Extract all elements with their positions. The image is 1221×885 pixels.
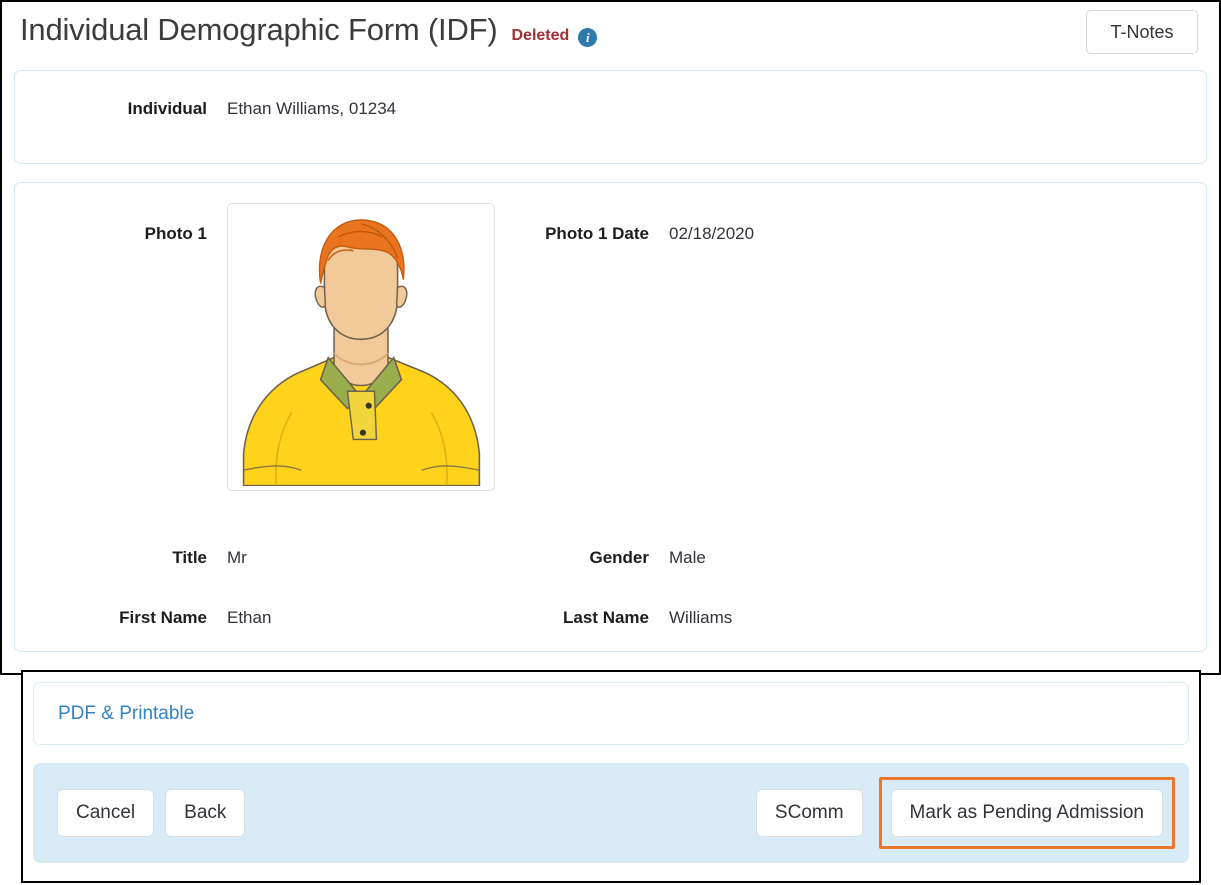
scomm-button[interactable]: SComm <box>755 789 863 837</box>
left-button-group: Cancel Back <box>57 789 246 837</box>
field-label-individual: Individual <box>127 99 207 118</box>
details-card: Photo 1 Photo 1 Date 02/18/2020 Title Mr… <box>14 182 1207 652</box>
highlight-annotation-box: Mark as Pending Admission <box>878 777 1175 849</box>
field-label-last-name: Last Name <box>563 608 649 627</box>
photo-field: Photo 1 <box>15 203 495 491</box>
field-label-photo1-date: Photo 1 Date <box>545 224 649 243</box>
field-value-individual: Ethan Williams, 01234 <box>227 99 397 118</box>
field-label-gender: Gender <box>589 548 649 567</box>
field-title: Title Mr <box>15 548 489 568</box>
page-title: Individual Demographic Form (IDF) <box>20 12 498 47</box>
action-button-bar: Cancel Back SComm Mark as Pending Admiss… <box>33 763 1189 863</box>
field-value-title: Mr <box>227 548 247 567</box>
field-value-first-name: Ethan <box>227 608 272 627</box>
title-row: Individual Demographic Form (IDF) Delete… <box>20 12 598 48</box>
mark-as-pending-admission-button[interactable]: Mark as Pending Admission <box>890 789 1163 837</box>
field-gender: Gender Male <box>489 548 1206 568</box>
page-header: Individual Demographic Form (IDF) Delete… <box>2 2 1219 70</box>
field-last-name: Last Name Williams <box>489 608 1206 628</box>
detail-row: First Name Ethan Last Name Williams <box>15 588 1206 648</box>
pdf-printable-card: PDF & Printable <box>33 682 1189 745</box>
t-notes-button[interactable]: T-Notes <box>1086 10 1198 54</box>
cancel-button[interactable]: Cancel <box>57 789 155 837</box>
field-value-photo1-date: 02/18/2020 <box>669 224 755 243</box>
back-button[interactable]: Back <box>165 789 246 837</box>
individual-card: Individual Ethan Williams, 01234 <box>14 70 1207 164</box>
field-label-photo1: Photo 1 <box>144 224 207 243</box>
application-window: Individual Demographic Form (IDF) Delete… <box>0 0 1221 675</box>
detail-row: Title Mr Gender Male <box>15 528 1206 588</box>
field-label-title: Title <box>172 548 207 567</box>
bottom-action-panel: PDF & Printable Cancel Back SComm Mark a… <box>21 670 1201 883</box>
field-individual: Individual Ethan Williams, 01234 <box>15 99 396 119</box>
field-label-first-name: First Name <box>119 608 207 627</box>
field-value-last-name: Williams <box>669 608 733 627</box>
field-photo1-date: Photo 1 Date 02/18/2020 <box>489 203 754 244</box>
status-badge-deleted: Deleted <box>511 27 570 44</box>
field-first-name: First Name Ethan <box>15 608 489 628</box>
field-value-gender: Male <box>669 548 706 567</box>
info-circle-icon[interactable]: i <box>578 28 598 47</box>
right-button-group: SComm Mark as Pending Admission <box>755 777 1175 849</box>
pdf-printable-link[interactable]: PDF & Printable <box>58 703 194 725</box>
photo-frame[interactable] <box>227 203 495 491</box>
detail-rows: Title Mr Gender Male First Name Ethan La… <box>15 528 1206 648</box>
male-avatar-illustration <box>232 208 490 486</box>
